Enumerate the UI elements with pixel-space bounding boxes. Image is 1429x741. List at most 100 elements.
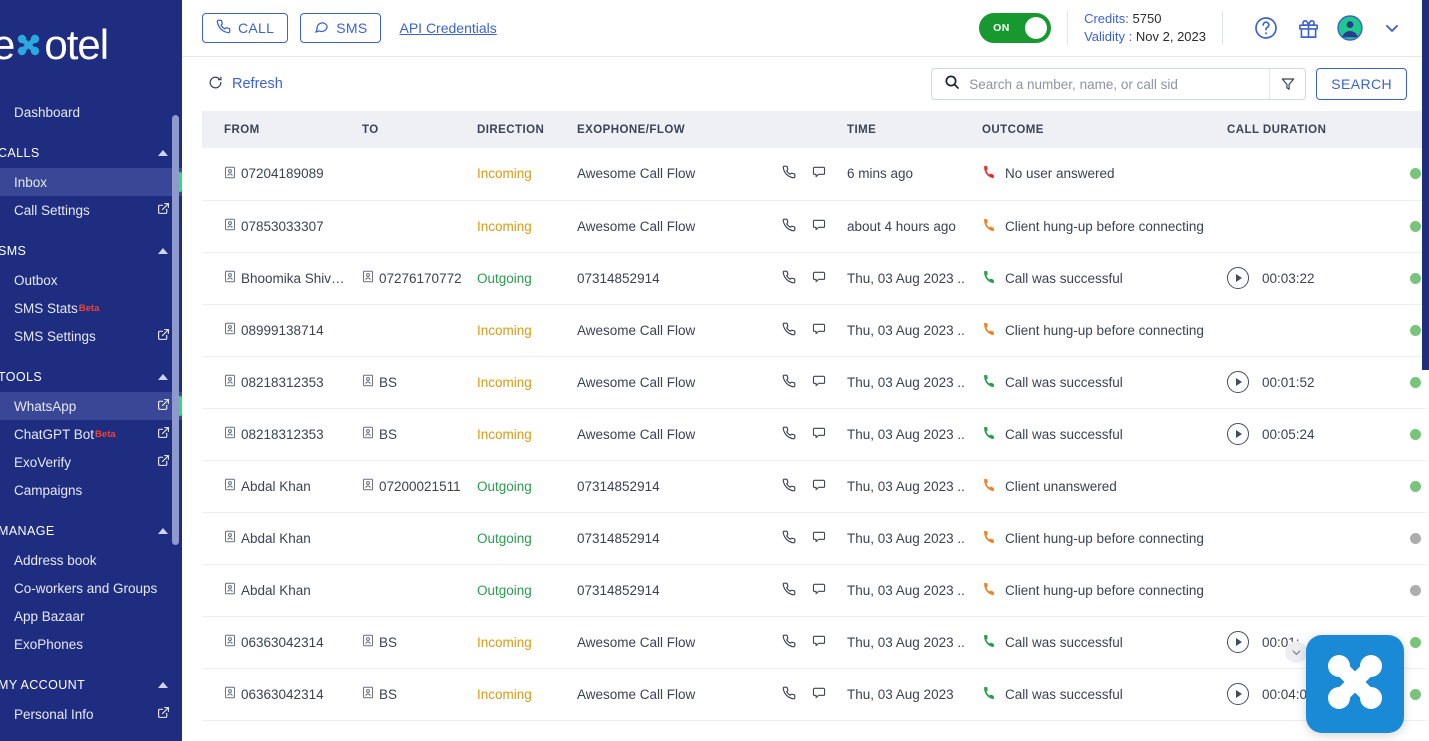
api-credentials-link[interactable]: API Credentials — [399, 20, 496, 36]
play-recording-button[interactable] — [1227, 631, 1249, 653]
table-row[interactable]: Abdal Khan Outgoing 07314852914 Thu, 03 … — [202, 564, 1427, 617]
sms-action-icon[interactable] — [812, 322, 826, 339]
sms-action-icon[interactable] — [812, 374, 826, 391]
call-action-icon[interactable] — [782, 322, 796, 339]
play-recording-button[interactable] — [1227, 371, 1249, 393]
filter-icon[interactable] — [1269, 69, 1305, 99]
cell-actions[interactable] — [782, 252, 847, 305]
sms-action-icon[interactable] — [812, 426, 826, 443]
table-row[interactable]: 08999138714 Incoming Awesome Call Flow T… — [202, 304, 1427, 357]
sidebar-scrollbar[interactable] — [172, 115, 179, 545]
cell-actions[interactable] — [782, 460, 847, 513]
gift-icon[interactable] — [1293, 13, 1323, 43]
cell-duration — [1227, 512, 1382, 565]
sms-action-icon[interactable] — [812, 530, 826, 547]
from-value: 06363042314 — [241, 634, 324, 650]
table-row[interactable]: Abdal Khan 07200021511 Outgoing 07314852… — [202, 460, 1427, 513]
call-action-icon[interactable] — [782, 634, 796, 651]
table-row[interactable]: 08218312353 BS Incoming Awesome Call Flo… — [202, 408, 1427, 461]
sms-action-icon[interactable] — [812, 634, 826, 651]
help-circle-icon[interactable] — [1251, 13, 1281, 43]
sidebar-item-chatgpt-bot[interactable]: ChatGPT Bot Beta — [0, 420, 182, 448]
sidebar-item-exoverify[interactable]: ExoVerify — [0, 448, 182, 476]
table-row[interactable]: 07204189089 Incoming Awesome Call Flow 6… — [202, 148, 1427, 201]
cell-from: 08218312353 — [202, 408, 362, 461]
cell-duration: 00:05:24 — [1227, 408, 1382, 461]
table-row[interactable]: Abdal Khan Outgoing 07314852914 Thu, 03 … — [202, 512, 1427, 565]
call-action-icon[interactable] — [782, 426, 796, 443]
table-row[interactable]: 06363042314 BS Incoming Awesome Call Flo… — [202, 668, 1427, 721]
sidebar-item-exophones[interactable]: ExoPhones — [0, 630, 182, 658]
external-link-icon — [157, 202, 170, 218]
exotel-chat-widget[interactable] — [1306, 635, 1404, 733]
cell-to: 07200021511 — [362, 460, 477, 513]
play-recording-button[interactable] — [1227, 423, 1249, 445]
sidebar-item-campaigns[interactable]: Campaigns — [0, 476, 182, 504]
sms-action-icon[interactable] — [812, 165, 826, 182]
time-value: Thu, 03 Aug 2023 .. — [847, 530, 965, 546]
sidebar-section-tools[interactable]: TOOLS — [0, 362, 182, 392]
sidebar-section-manage[interactable]: MANAGE — [0, 516, 182, 546]
play-recording-button[interactable] — [1227, 267, 1249, 289]
outcome-phone-icon — [982, 426, 996, 443]
call-action-icon[interactable] — [782, 478, 796, 495]
sidebar-item-whatsapp[interactable]: WhatsApp — [0, 392, 182, 420]
sidebar-item-dashboard[interactable]: Dashboard — [0, 98, 182, 126]
sidebar-item-outbox[interactable]: Outbox — [0, 266, 182, 294]
status-toggle[interactable]: ON — [979, 13, 1052, 43]
main-scrollbar[interactable] — [1422, 0, 1429, 370]
flow-value: Awesome Call Flow — [577, 634, 696, 650]
call-action-icon[interactable] — [782, 270, 796, 287]
call-action-icon[interactable] — [782, 686, 796, 703]
cell-actions[interactable] — [782, 512, 847, 565]
sidebar-item-inbox[interactable]: Inbox — [0, 168, 182, 196]
sms-action-icon[interactable] — [812, 478, 826, 495]
col-call-duration: CALL DURATION — [1227, 111, 1382, 148]
cell-actions[interactable] — [782, 356, 847, 409]
sidebar-item-co-workers-and-groups[interactable]: Co-workers and Groups — [0, 574, 182, 602]
sidebar-item-personal-info[interactable]: Personal Info — [0, 700, 182, 728]
cell-actions[interactable] — [782, 304, 847, 357]
cell-actions[interactable] — [782, 148, 847, 201]
cell-time: Thu, 03 Aug 2023 .. — [847, 252, 982, 305]
chat-collapse-button[interactable] — [1285, 641, 1307, 663]
search-button[interactable]: SEARCH — [1316, 68, 1407, 100]
brand-logo[interactable]: e otel — [0, 0, 182, 90]
table-row[interactable]: Bhoomika Shiv… 07276170772 Outgoing 0731… — [202, 252, 1427, 305]
sidebar-section-my-account[interactable]: MY ACCOUNT — [0, 670, 182, 700]
call-action-icon[interactable] — [782, 374, 796, 391]
sidebar-item-sms-settings[interactable]: SMS Settings — [0, 322, 182, 350]
sidebar-section-sms[interactable]: SMS — [0, 236, 182, 266]
sidebar-item-address-book[interactable]: Address book — [0, 546, 182, 574]
sms-action-icon[interactable] — [812, 270, 826, 287]
table-row[interactable]: 08218312353 BS Incoming Awesome Call Flo… — [202, 356, 1427, 409]
call-action-icon[interactable] — [782, 218, 796, 235]
search-box[interactable] — [931, 68, 1307, 100]
sms-action-icon[interactable] — [812, 686, 826, 703]
call-action-icon[interactable] — [782, 530, 796, 547]
chevron-down-icon[interactable] — [1377, 13, 1407, 43]
sidebar-item-sms-stats[interactable]: SMS Stats Beta — [0, 294, 182, 322]
table-row[interactable]: 06363042314 BS Incoming Awesome Call Flo… — [202, 616, 1427, 669]
sidebar-item-call-settings[interactable]: Call Settings — [0, 196, 182, 224]
refresh-button[interactable]: Refresh — [208, 75, 283, 94]
call-action-icon[interactable] — [782, 165, 796, 182]
cell-actions[interactable] — [782, 668, 847, 721]
call-action-icon[interactable] — [782, 582, 796, 599]
call-button[interactable]: CALL — [202, 13, 289, 43]
col-time: TIME — [847, 111, 982, 148]
table-row[interactable]: 07853033307 Incoming Awesome Call Flow a… — [202, 200, 1427, 253]
sidebar-item-app-bazaar[interactable]: App Bazaar — [0, 602, 182, 630]
sidebar-section-calls[interactable]: CALLS — [0, 138, 182, 168]
avatar[interactable] — [1335, 13, 1365, 43]
cell-actions[interactable] — [782, 616, 847, 669]
address-book-icon — [362, 374, 374, 390]
sms-button[interactable]: SMS — [300, 13, 382, 43]
cell-actions[interactable] — [782, 564, 847, 617]
search-input[interactable] — [969, 76, 1270, 92]
sms-action-icon[interactable] — [812, 582, 826, 599]
sms-action-icon[interactable] — [812, 218, 826, 235]
play-recording-button[interactable] — [1227, 683, 1249, 705]
cell-actions[interactable] — [782, 408, 847, 461]
cell-actions[interactable] — [782, 200, 847, 253]
